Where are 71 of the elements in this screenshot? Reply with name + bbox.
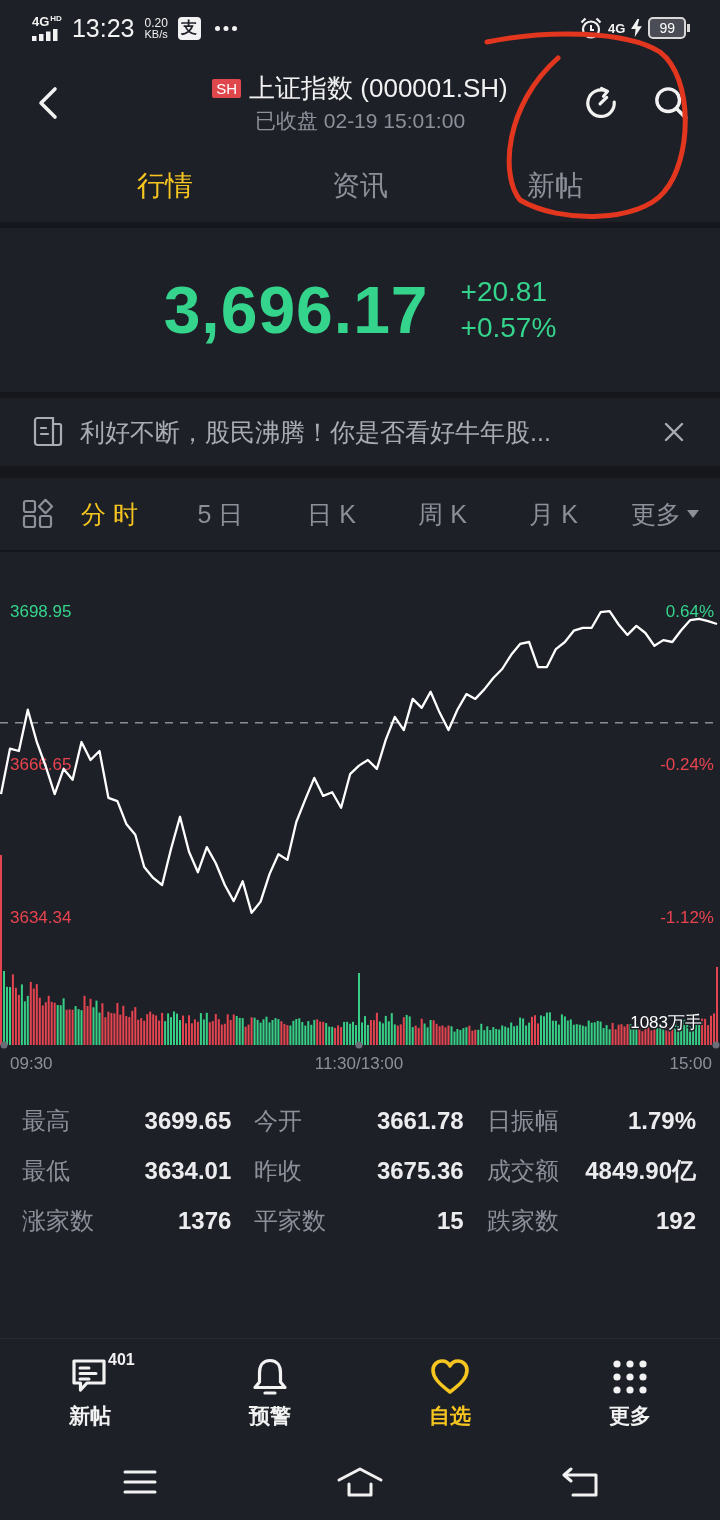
stat-label: 最低 bbox=[22, 1156, 70, 1186]
nav-tab[interactable]: 更多 bbox=[540, 1339, 720, 1444]
close-icon[interactable] bbox=[664, 422, 684, 442]
stat-label: 昨收 bbox=[254, 1156, 303, 1186]
stat-value: 192 bbox=[655, 1207, 696, 1235]
layout-grid-icon[interactable] bbox=[22, 498, 54, 530]
percent-axis-label: -1.12% bbox=[660, 908, 714, 927]
speed-unit: KB/s bbox=[144, 28, 168, 40]
stat-label: 跌家数 bbox=[486, 1206, 559, 1236]
stat-label: 今开 bbox=[254, 1106, 303, 1136]
announcement-link[interactable]: 利好不断，股民沸腾！你是否看好牛年股... bbox=[80, 416, 551, 448]
nav-tab[interactable]: 401 新帖 bbox=[0, 1339, 180, 1444]
alarm-icon bbox=[580, 17, 603, 39]
section-tab[interactable]: 行情 bbox=[67, 168, 263, 204]
time-axis-label: 15:00 bbox=[669, 1054, 712, 1073]
stat-value: 3699.65 bbox=[144, 1107, 232, 1135]
heart-icon bbox=[430, 1357, 470, 1397]
caret-icon bbox=[686, 510, 699, 518]
clock-time: 13:23 bbox=[71, 13, 135, 43]
back-icon[interactable] bbox=[561, 1467, 599, 1497]
price-axis-label: 3698.95 bbox=[10, 602, 72, 621]
time-axis-label: 11:30/13:00 bbox=[314, 1054, 404, 1073]
unread-count: 401 bbox=[108, 1351, 135, 1369]
home-icon[interactable] bbox=[336, 1466, 384, 1498]
chart-period-tab[interactable]: 5 日 bbox=[165, 498, 276, 530]
percent-axis-label: 0.64% bbox=[665, 602, 714, 621]
section-tab[interactable]: 资讯 bbox=[262, 168, 458, 204]
bell-icon bbox=[250, 1357, 290, 1397]
market-status: 已收盘 02-19 15:01:00 bbox=[254, 109, 466, 133]
price-axis-label: 3634.34 bbox=[10, 908, 72, 927]
stat-label: 平家数 bbox=[254, 1206, 327, 1236]
stat-value: 3661.78 bbox=[376, 1107, 464, 1135]
stat-label: 日振幅 bbox=[486, 1106, 559, 1136]
stat-label: 涨家数 bbox=[22, 1206, 94, 1236]
menu-icon[interactable] bbox=[123, 1470, 157, 1494]
market-badge: SH bbox=[212, 78, 242, 98]
chart-period-tab[interactable]: 更多 bbox=[609, 498, 720, 530]
stat-value: 15 bbox=[436, 1207, 464, 1235]
more-notifications-icon bbox=[214, 25, 237, 31]
signal-icon bbox=[32, 29, 58, 41]
stat-label: 最高 bbox=[22, 1106, 70, 1136]
chart-period-tab[interactable]: 日 K bbox=[276, 498, 387, 530]
stat-value: 1.79% bbox=[627, 1107, 696, 1135]
network-type: 4G bbox=[608, 21, 626, 35]
index-price: 3,696.17 bbox=[163, 272, 429, 348]
percent-change: +0.57% bbox=[460, 311, 557, 345]
battery-indicator: 99 bbox=[648, 17, 690, 39]
chart-period-tab[interactable]: 月 K bbox=[498, 498, 609, 530]
price-change: +20.81 bbox=[460, 275, 548, 309]
refresh-icon[interactable] bbox=[584, 86, 618, 120]
stat-label: 成交额 bbox=[486, 1156, 559, 1186]
charging-icon bbox=[631, 19, 643, 37]
nav-tab[interactable]: 自选 bbox=[360, 1339, 540, 1444]
network-type: 4G bbox=[32, 15, 50, 28]
chart-period-tab[interactable]: 分 时 bbox=[54, 498, 165, 530]
dots-grid-icon bbox=[610, 1357, 650, 1397]
stat-value: 1376 bbox=[177, 1207, 232, 1235]
speed-value: 0.20 bbox=[144, 16, 168, 29]
percent-axis-label: -0.24% bbox=[660, 755, 714, 774]
document-icon bbox=[32, 416, 64, 448]
app-notification-icon: 支 bbox=[177, 16, 201, 40]
section-tab[interactable]: 新帖 bbox=[457, 168, 653, 204]
index-title: 上证指数 (000001.SH) bbox=[249, 73, 508, 103]
hd-label: HD bbox=[50, 15, 62, 23]
chart-period-tab[interactable]: 周 K bbox=[387, 498, 498, 530]
back-icon[interactable] bbox=[38, 86, 58, 120]
stat-value: 3675.36 bbox=[376, 1157, 464, 1185]
time-axis-label: 09:30 bbox=[10, 1054, 53, 1073]
stat-value: 3634.01 bbox=[144, 1157, 232, 1185]
stat-value: 4849.90亿 bbox=[585, 1156, 696, 1186]
nav-tab[interactable]: 预警 bbox=[180, 1339, 360, 1444]
